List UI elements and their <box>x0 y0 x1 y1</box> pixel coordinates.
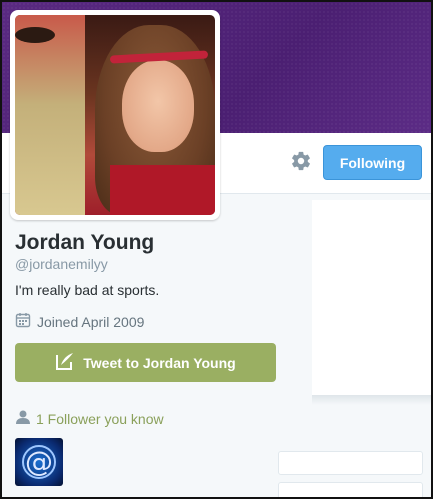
side-card <box>278 451 423 475</box>
profile-avatar[interactable] <box>10 10 220 220</box>
followers-you-know-link[interactable]: 1 Follower you know <box>15 409 164 428</box>
joined-date-text: Joined April 2009 <box>37 313 145 330</box>
profile-bio: I'm really bad at sports. <box>15 282 160 298</box>
following-button[interactable]: Following <box>323 145 422 180</box>
follower-avatar[interactable]: @ <box>15 438 63 486</box>
at-sign-icon: @ <box>22 445 56 479</box>
profile-window: Following Jordan Young @jordanemilyy I'm… <box>0 0 433 499</box>
followers-you-know-text: 1 Follower you know <box>36 410 164 427</box>
compose-icon <box>55 351 75 374</box>
following-button-label: Following <box>339 154 406 171</box>
calendar-icon <box>15 312 31 331</box>
profile-name[interactable]: Jordan Young <box>15 231 154 255</box>
gear-icon[interactable] <box>290 150 312 172</box>
joined-date: Joined April 2009 <box>15 312 144 331</box>
panel-shadow <box>312 395 431 405</box>
tweet-to-label: Tweet to Jordan Young <box>83 354 236 371</box>
profile-handle[interactable]: @jordanemilyy <box>15 256 108 272</box>
avatar-photo <box>15 15 215 215</box>
tweet-to-button[interactable]: Tweet to Jordan Young <box>15 343 276 382</box>
side-card <box>278 482 423 497</box>
person-icon <box>15 409 31 428</box>
right-content-panel <box>312 200 431 405</box>
